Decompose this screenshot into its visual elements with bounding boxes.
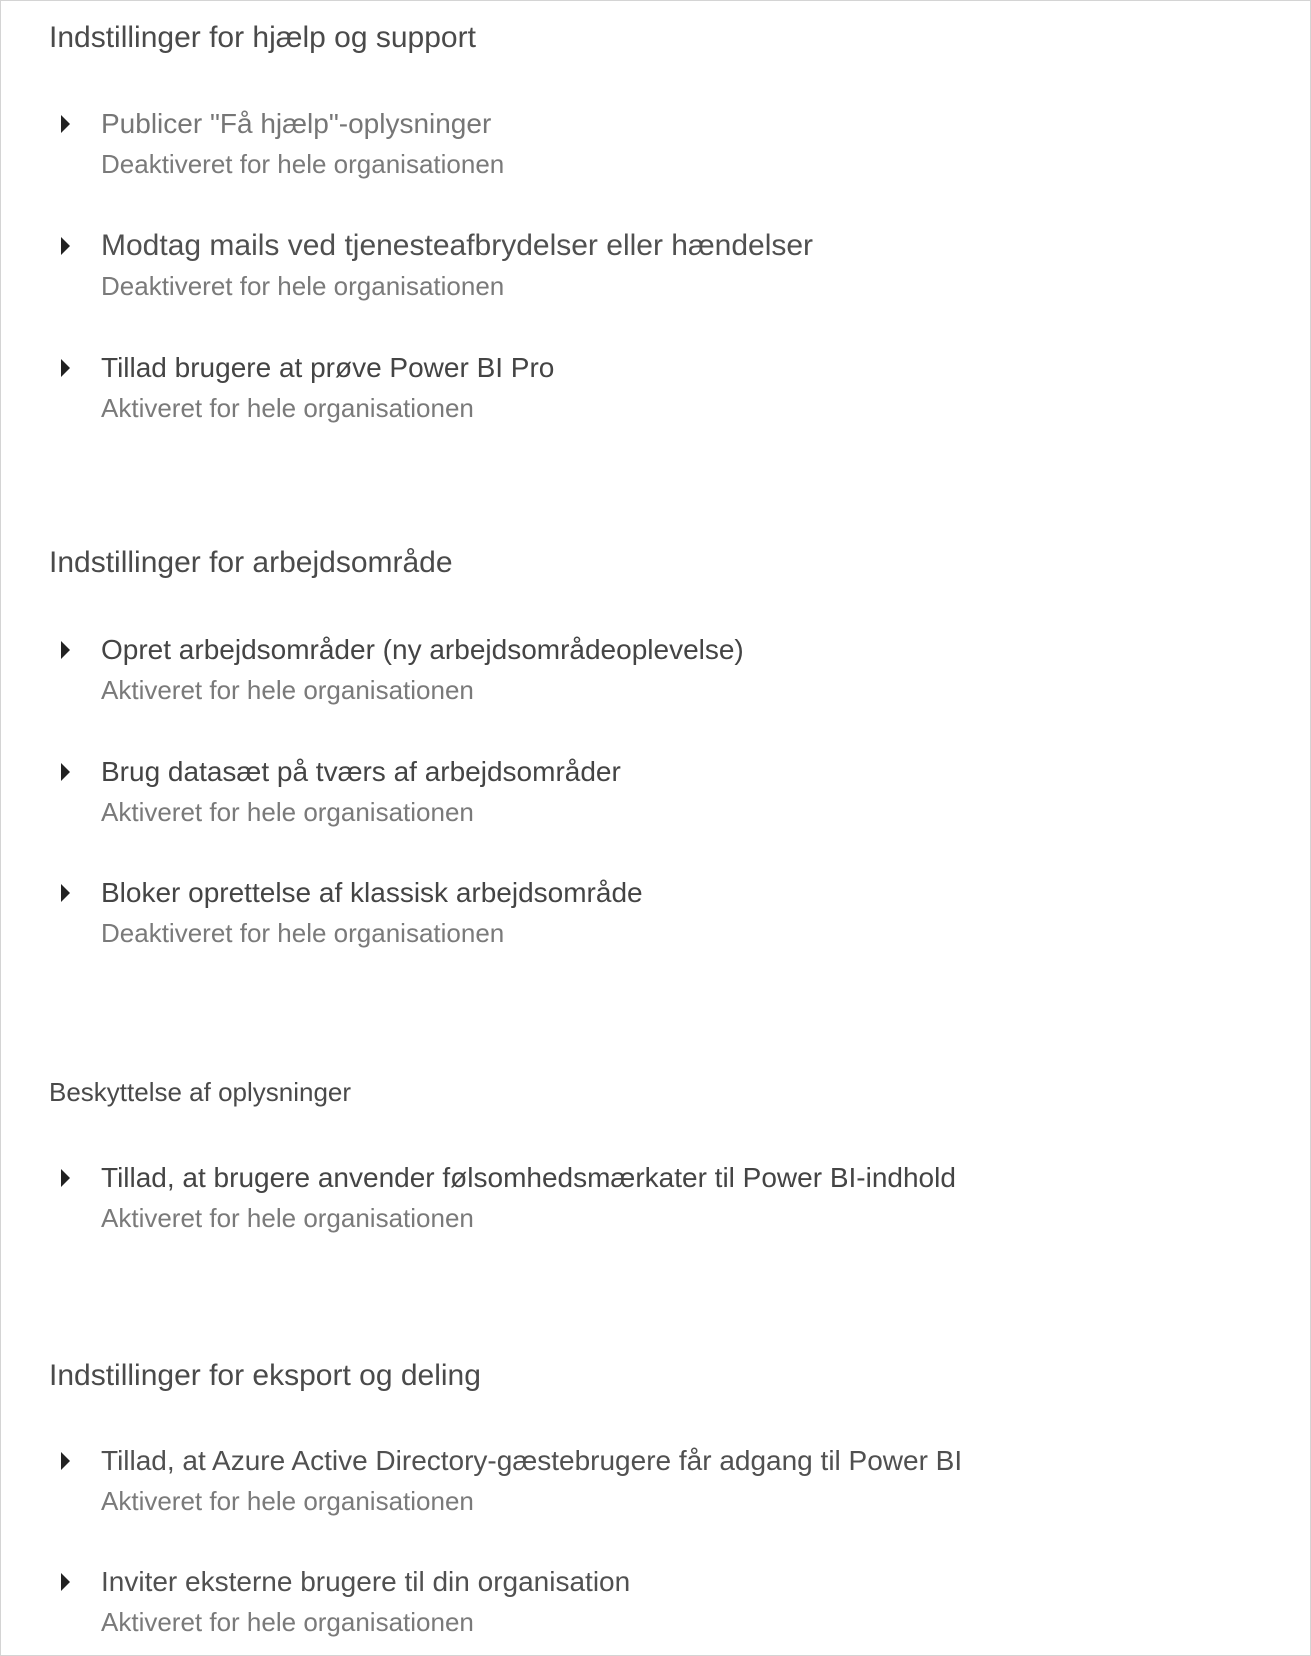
caret-right-icon[interactable] [61,763,70,781]
setting-create-workspaces[interactable]: Opret arbejdsområder (ny arbejdsområdeop… [57,633,1257,723]
setting-block-classic-workspace[interactable]: Bloker oprettelse af klassisk arbejdsomr… [57,876,1257,966]
setting-sensitivity-labels[interactable]: Tillad, at brugere anvender følsomhedsmæ… [57,1161,1257,1251]
setting-invite-external-users[interactable]: Inviter eksterne brugere til din organis… [57,1565,1257,1655]
setting-cross-workspace-datasets[interactable]: Brug datasæt på tværs af arbejdsområder … [57,755,1257,845]
section-title-information-protection: Beskyttelse af oplysninger [49,1077,352,1107]
caret-right-icon[interactable] [61,359,70,377]
setting-title: Brug datasæt på tværs af arbejdsområder [101,756,621,787]
caret-right-icon[interactable] [61,1573,70,1591]
setting-azure-guest-access[interactable]: Tillad, at Azure Active Directory-gæsteb… [57,1444,1257,1534]
setting-status: Aktiveret for hele organisationen [101,1486,474,1516]
tenant-settings-panel: Indstillinger for hjælp og support Publi… [0,0,1311,1656]
section-title-workspace: Indstillinger for arbejdsområde [49,546,453,579]
setting-allow-pro-trial[interactable]: Tillad brugere at prøve Power BI Pro Akt… [57,351,1257,441]
setting-publish-get-help-info[interactable]: Publicer "Få hjælp"-oplysninger Deaktive… [57,107,1257,197]
section-title-help-support: Indstillinger for hjælp og support [49,21,476,54]
setting-title: Tillad, at Azure Active Directory-gæsteb… [101,1445,963,1476]
setting-status: Deaktiveret for hele organisationen [101,918,505,948]
caret-right-icon[interactable] [61,1452,70,1470]
caret-right-icon[interactable] [61,641,70,659]
caret-right-icon[interactable] [61,115,70,133]
setting-status: Aktiveret for hele organisationen [101,797,474,827]
setting-title: Tillad brugere at prøve Power BI Pro [101,352,555,383]
setting-title: Tillad, at brugere anvender følsomhedsmæ… [101,1162,956,1193]
caret-right-icon[interactable] [61,237,70,255]
setting-title: Modtag mails ved tjenesteafbrydelser ell… [101,229,814,262]
section-title-export-sharing: Indstillinger for eksport og deling [49,1359,481,1392]
setting-title: Bloker oprettelse af klassisk arbejdsomr… [101,877,643,908]
caret-right-icon[interactable] [61,1169,70,1187]
setting-status: Aktiveret for hele organisationen [101,1607,474,1637]
setting-title: Inviter eksterne brugere til din organis… [101,1566,631,1597]
setting-status: Deaktiveret for hele organisationen [101,271,505,301]
setting-status: Deaktiveret for hele organisationen [101,149,505,179]
caret-right-icon[interactable] [61,884,70,902]
setting-title: Opret arbejdsområder (ny arbejdsområdeop… [101,634,744,665]
setting-title: Publicer "Få hjælp"-oplysninger [101,108,492,139]
setting-status: Aktiveret for hele organisationen [101,1203,474,1233]
setting-status: Aktiveret for hele organisationen [101,675,474,705]
setting-status: Aktiveret for hele organisationen [101,393,474,423]
setting-receive-outage-emails[interactable]: Modtag mails ved tjenesteafbrydelser ell… [57,229,1257,319]
